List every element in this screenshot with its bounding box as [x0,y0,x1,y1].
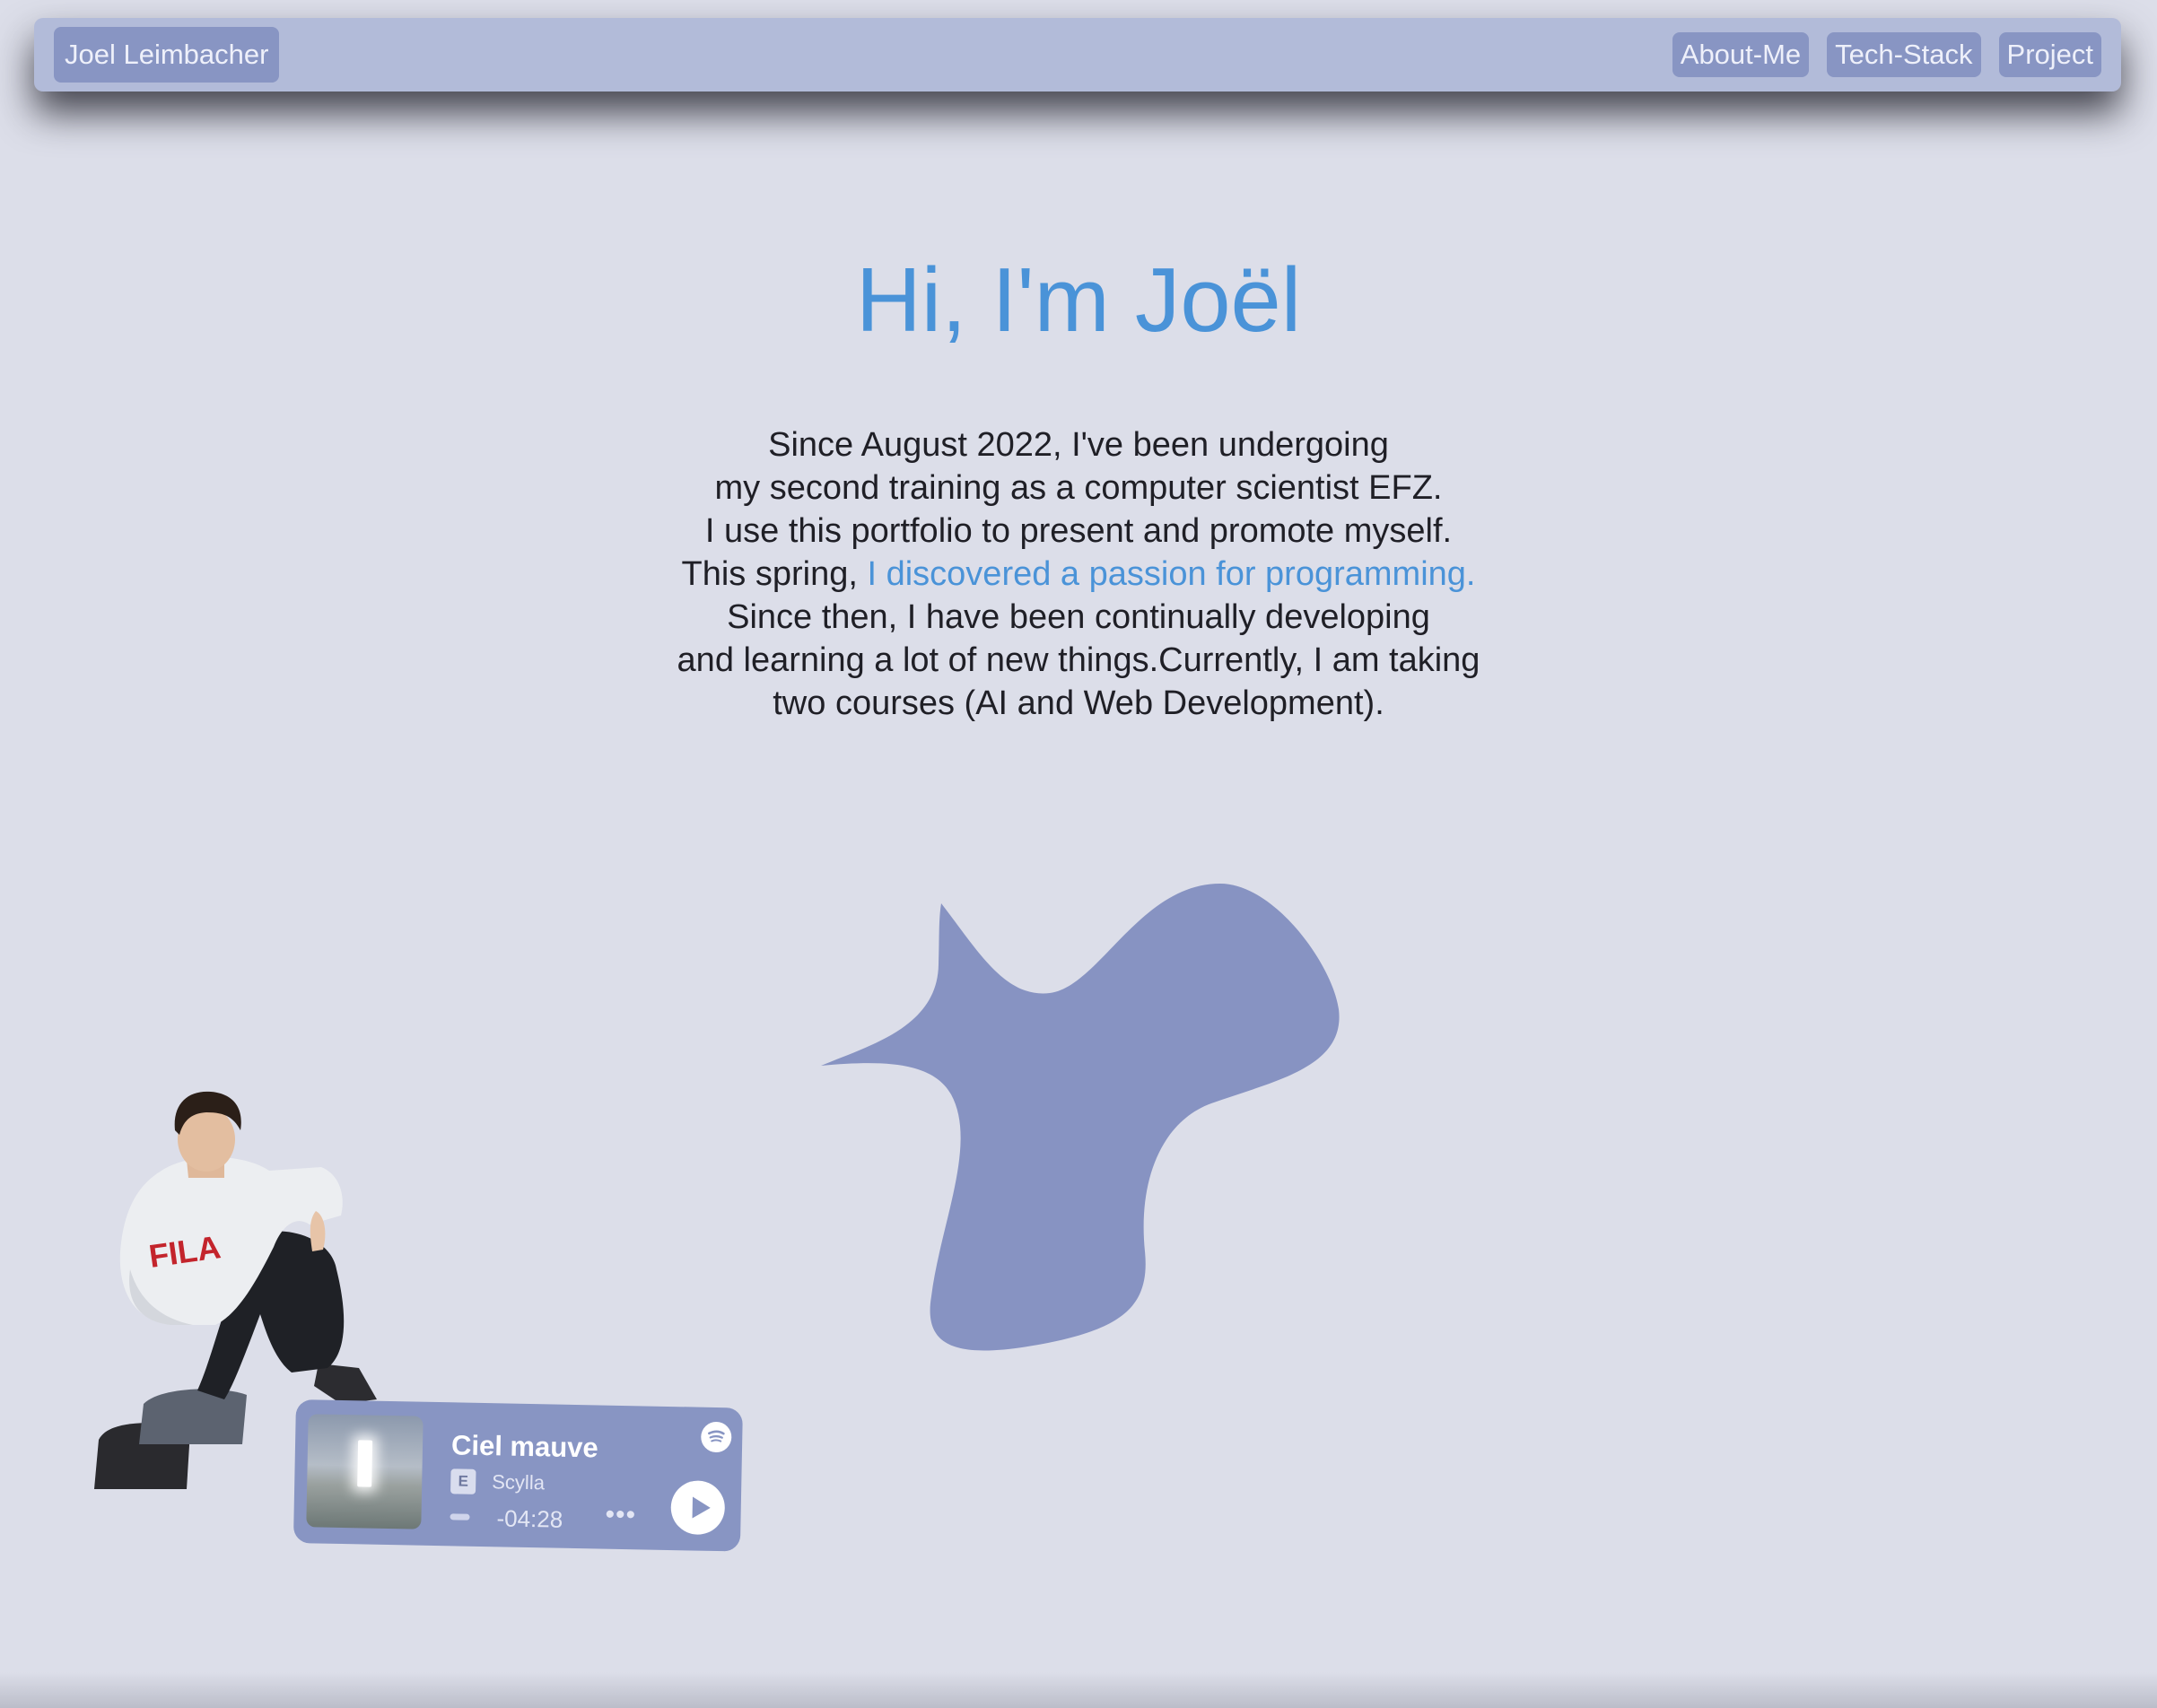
decorative-blob [821,884,1340,1351]
spotify-icon[interactable] [700,1421,732,1453]
play-icon[interactable] [670,1480,726,1536]
bio-line: two courses (AI and Web Development). [773,684,1384,722]
bio-line: This spring, I discovered a passion for … [0,553,2157,596]
bio-line: Since August 2022, I've been undergoing [768,426,1389,464]
time-remaining: -04:28 [496,1504,563,1533]
bio-line-prefix: This spring, [681,555,868,593]
bottom-shadow [0,1672,2157,1708]
more-icon[interactable]: ••• [605,1499,636,1531]
bio-line: Since then, I have been continually deve… [727,598,1430,636]
bio-paragraph: Since August 2022, I've been undergoing … [0,423,2157,725]
nav-link-about-me[interactable]: About-Me [1672,32,1810,77]
bio-line: and learning a lot of new things.Current… [677,641,1480,679]
spotify-waves-icon [708,1430,725,1442]
hero-title: Hi, I'm Joël [855,250,1302,351]
bio-line: my second training as a computer scienti… [714,469,1443,507]
bio-line: I use this portfolio to present and prom… [704,512,1453,550]
nav-links: About-Me Tech-Stack Project [1672,32,2101,77]
explicit-badge: E [450,1468,476,1494]
progress-bar[interactable] [450,1513,470,1521]
nav-link-tech-stack[interactable]: Tech-Stack [1827,32,1981,77]
spotify-player-card[interactable]: Ciel mauve E Scylla -04:28 ••• [293,1399,743,1552]
navbar: Joel Leimbacher About-Me Tech-Stack Proj… [34,18,2121,92]
album-art [306,1414,424,1529]
play-triangle-icon [692,1496,711,1519]
bio-highlight: I discovered a passion for programming. [867,555,1476,593]
nav-link-project[interactable]: Project [1998,32,2101,77]
artist-name: Scylla [492,1470,546,1494]
track-title: Ciel mauve [450,1429,599,1464]
album-art-light [357,1440,373,1487]
brand-link[interactable]: Joel Leimbacher [54,27,280,83]
